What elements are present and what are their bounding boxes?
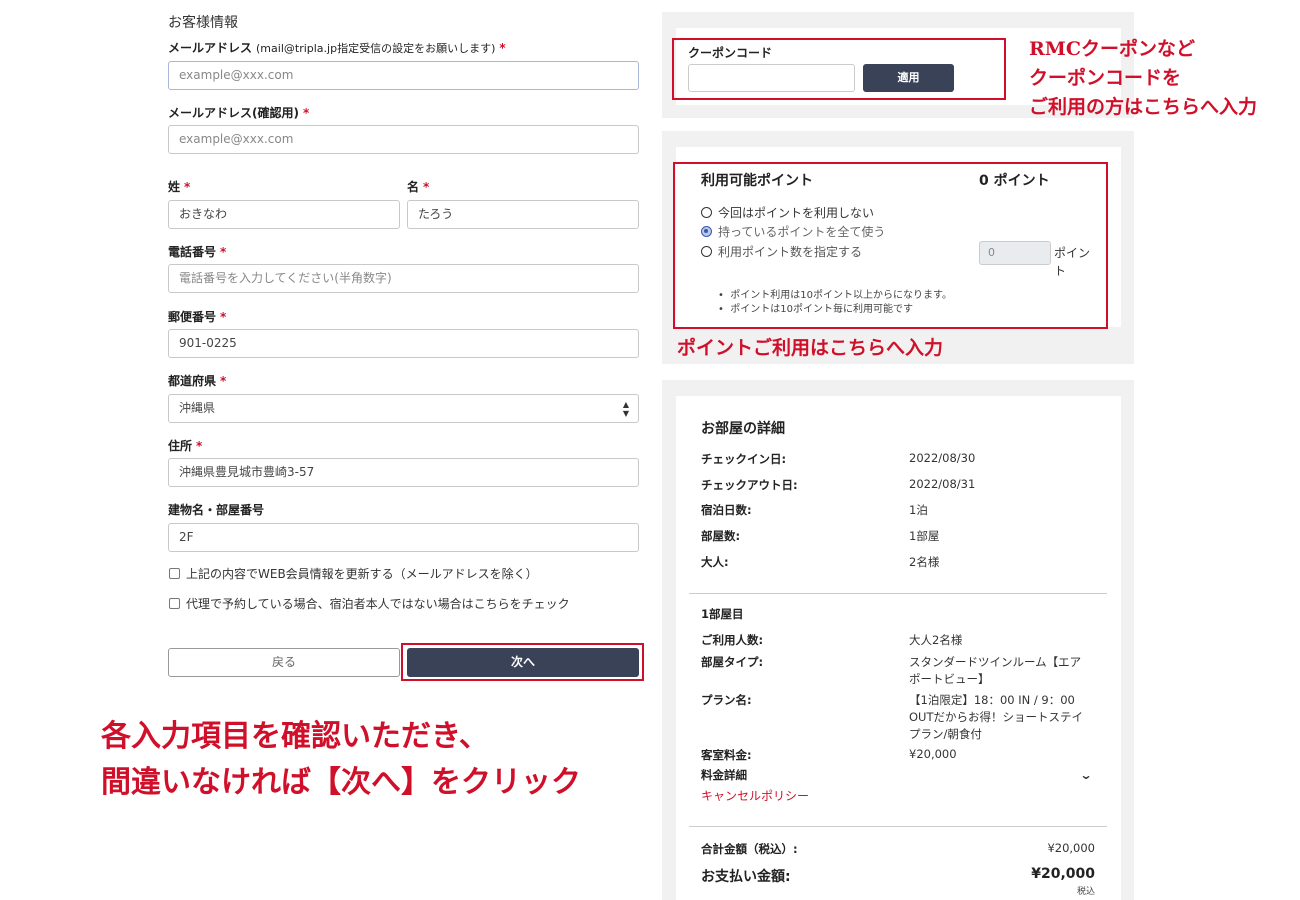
total-value: ¥20,000 xyxy=(1047,841,1095,855)
first-name-field[interactable]: たろう xyxy=(407,200,639,229)
coupon-annotation-line3: ご利用の方はこちらへ入力 xyxy=(1029,96,1258,118)
checkin-key: チェックイン日: xyxy=(701,452,787,466)
last-name-label: 姓 * xyxy=(168,180,191,194)
nights-value: 1泊 xyxy=(909,503,928,517)
checkin-value: 2022/08/30 xyxy=(909,451,976,465)
plan-value-3: プラン/朝食付 xyxy=(909,727,982,741)
points-option-all-radio[interactable] xyxy=(701,226,712,237)
adults-key: 大人: xyxy=(701,555,729,569)
proxy-booking-checkbox[interactable] xyxy=(169,598,180,609)
checkout-value: 2022/08/31 xyxy=(909,477,976,491)
email-field[interactable]: example@xxx.com xyxy=(168,61,639,90)
update-member-checkbox[interactable] xyxy=(169,568,180,579)
room-divider-1 xyxy=(689,593,1107,594)
room-fee-key: 客室料金: xyxy=(701,748,752,762)
plan-key: プラン名: xyxy=(701,693,752,707)
nights-key: 宿泊日数: xyxy=(701,503,752,517)
back-button[interactable]: 戻る xyxy=(168,648,400,677)
phone-field[interactable]: 電話番号を入力してください(半角数字) xyxy=(168,264,639,293)
tax-note: 税込 xyxy=(1076,887,1095,897)
email-note: (mail@tripla.jp指定受信の設定をお願いします) xyxy=(256,42,496,55)
points-available: 0 ポイント xyxy=(979,173,1050,189)
points-option-none-label: 今回はポイントを利用しない xyxy=(718,206,875,220)
room-type-key: 部屋タイプ: xyxy=(701,655,764,669)
room-type-value-1: スタンダードツインルーム【エア xyxy=(909,655,1082,669)
rooms-key: 部屋数: xyxy=(701,529,741,543)
postal-field[interactable]: 901-0225 xyxy=(168,329,639,358)
points-option-none-radio[interactable] xyxy=(701,207,712,218)
adults-value: 2名様 xyxy=(909,555,940,569)
select-arrows-icon: ▲ ▼ xyxy=(622,400,629,418)
email-confirm-field[interactable]: example@xxx.com xyxy=(168,125,639,154)
points-amount-input[interactable]: 0 xyxy=(979,241,1051,265)
coupon-code-input[interactable] xyxy=(688,64,855,92)
plan-value-1: 【1泊限定】18：00 IN / 9：00 xyxy=(909,693,1075,707)
address-label: 住所 * xyxy=(168,439,203,453)
address-field[interactable]: 沖縄県豊見城市豊崎3-57 xyxy=(168,458,639,487)
prefecture-label: 都道府県 * xyxy=(168,374,227,388)
payment-value: ¥20,000 xyxy=(1031,866,1095,882)
room-divider-2 xyxy=(689,826,1107,827)
update-member-label: 上記の内容でWEB会員情報を更新する（メールアドレスを除く） xyxy=(186,567,538,581)
room-type-value-2: ポートビュー】 xyxy=(909,672,990,686)
first-name-label: 名 * xyxy=(407,180,430,194)
proxy-booking-label: 代理で予約している場合、宿泊者本人ではない場合はこちらをチェック xyxy=(186,597,570,611)
points-annotation: ポイントご利用はこちらへ入力 xyxy=(677,337,944,359)
prefecture-value: 沖縄県 xyxy=(179,401,216,415)
building-field[interactable]: 2F xyxy=(168,523,639,552)
total-key: 合計金額（税込）: xyxy=(701,842,798,856)
building-label: 建物名・部屋番号 xyxy=(168,503,265,517)
coupon-apply-button[interactable]: 適用 xyxy=(863,64,954,92)
email-label: メールアドレス (mail@tripla.jp指定受信の設定をお願いします) * xyxy=(168,41,506,55)
next-button[interactable]: 次へ xyxy=(407,648,639,677)
points-note-2: • ポイントは10ポイント毎に利用可能です xyxy=(718,304,913,315)
checkout-key: チェックアウト日: xyxy=(701,478,798,492)
guests-value: 大人2名様 xyxy=(909,633,963,647)
cancel-policy-link[interactable]: キャンセルポリシー xyxy=(701,787,809,804)
points-unit: ポイント xyxy=(1054,246,1091,278)
fee-detail-key: 料金詳細 xyxy=(701,768,747,782)
coupon-label: クーポンコード xyxy=(688,46,773,60)
points-option-specify-label: 利用ポイント数を指定する xyxy=(718,245,863,259)
prefecture-select[interactable]: 沖縄県 ▲ ▼ xyxy=(168,394,639,423)
email-confirm-label: メールアドレス(確認用) * xyxy=(168,106,310,120)
rooms-value: 1部屋 xyxy=(909,529,940,543)
room1-title: 1部屋目 xyxy=(701,607,744,621)
chevron-down-icon[interactable]: ⌄ xyxy=(1079,768,1092,782)
bottom-annotation-line2: 間違いなければ【次へ】をクリック xyxy=(101,765,581,800)
postal-label: 郵便番号 * xyxy=(168,310,227,324)
room-title: お部屋の詳細 xyxy=(701,421,785,437)
last-name-field[interactable]: おきなわ xyxy=(168,200,400,229)
plan-value-2: OUTだからお得！ショートステイ xyxy=(909,710,1083,724)
room-fee-value: ¥20,000 xyxy=(909,747,957,761)
bottom-annotation-line1: 各入力項目を確認いただき、 xyxy=(101,719,489,754)
points-option-specify-radio[interactable] xyxy=(701,246,712,257)
points-option-all-label: 持っているポイントを全て使う xyxy=(718,225,886,239)
points-note-1: • ポイント利用は10ポイント以上からになります。 xyxy=(718,290,952,301)
coupon-annotation-line1: RMCクーポンなど xyxy=(1029,38,1195,60)
section-title: お客様情報 xyxy=(168,15,238,31)
points-label: 利用可能ポイント xyxy=(701,173,813,189)
phone-label: 電話番号 * xyxy=(168,245,227,259)
payment-key: お支払い金額: xyxy=(701,869,791,885)
guests-key: ご利用人数: xyxy=(701,633,764,647)
coupon-annotation-line2: クーポンコードを xyxy=(1029,67,1182,89)
room-inner xyxy=(676,396,1121,900)
